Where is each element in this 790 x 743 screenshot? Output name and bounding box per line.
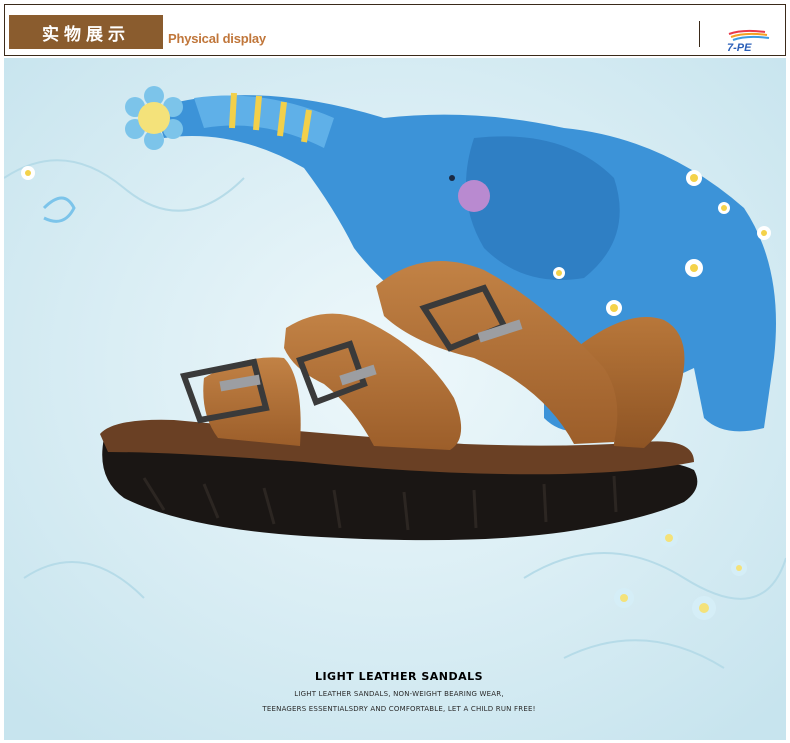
elephant-cheek [458, 180, 490, 212]
caption-line-2: TEENAGERS ESSENTIALSDRY AND COMFORTABLE,… [262, 705, 536, 713]
section-title-cn: 实物展示 [42, 24, 130, 45]
brand-logo-text: 7-PE [727, 42, 752, 53]
brand-logo: 7-PE [727, 29, 770, 53]
caption-line-1: LIGHT LEATHER SANDALS, NON-WEIGHT BEARIN… [294, 690, 504, 698]
section-title-badge: 实物展示 [9, 15, 163, 49]
product-caption: LIGHT LEATHER SANDALS LIGHT LEATHER SAND… [254, 670, 544, 713]
header-divider [699, 21, 700, 47]
product-photo-scene: LIGHT LEATHER SANDALS LIGHT LEATHER SAND… [4, 58, 786, 740]
product-display-page: 实物展示 Physical display 7-PE LIGHT LEATHER… [0, 0, 790, 743]
caption-title: LIGHT LEATHER SANDALS [314, 670, 484, 683]
section-title-en: Physical display [168, 31, 266, 46]
section-header: 实物展示 Physical display 7-PE [4, 4, 786, 56]
elephant-eye [449, 175, 455, 181]
scene-illustration [4, 58, 786, 740]
